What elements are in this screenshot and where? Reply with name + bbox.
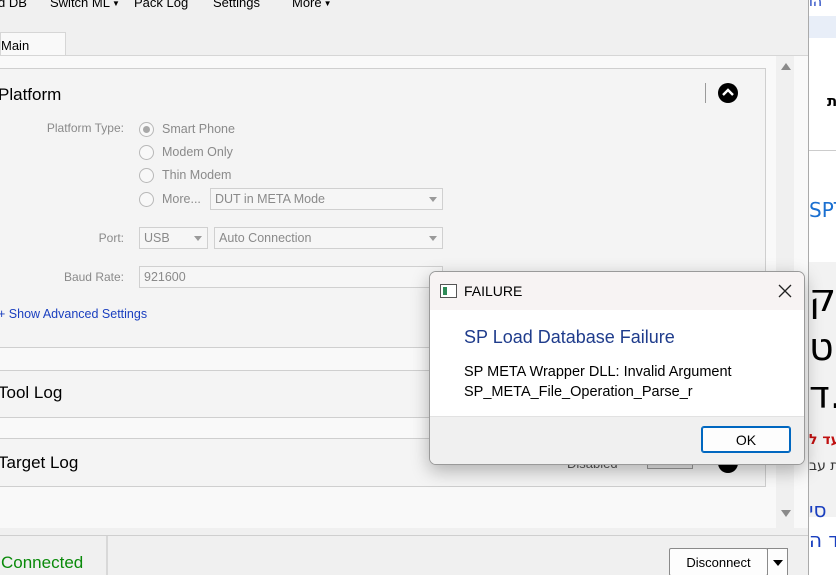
menu-item-switch-ml[interactable]: Switch ML ▼ <box>50 0 120 10</box>
dialog-footer: OK <box>430 416 804 464</box>
dialog-message-line: SP META Wrapper DLL: Invalid Argument <box>464 364 732 380</box>
disconnect-dropdown-button[interactable] <box>767 548 788 575</box>
background-text: ת עב <box>809 458 836 474</box>
dialog-message-line: SP_META_File_Operation_Parse_r <box>464 384 693 400</box>
background-text: סי <box>809 498 827 522</box>
port-label: Port: <box>98 231 124 245</box>
menu-bar: d DB Switch ML ▼ Pack Log Settings More ▼ <box>0 0 808 18</box>
ok-button[interactable]: OK <box>701 426 791 453</box>
meta-mode-select[interactable]: DUT in META Mode <box>210 188 443 210</box>
divider <box>809 150 836 151</box>
dialog-title: FAILURE <box>464 283 523 299</box>
tab-main-label: Main <box>1 38 30 53</box>
divider <box>106 536 108 575</box>
collapse-platform-button[interactable] <box>718 83 738 103</box>
target-log-title: Target Log <box>0 453 79 472</box>
radio-label: Smart Phone <box>162 122 235 136</box>
divider <box>705 83 706 103</box>
background-text: עד ל <box>809 432 836 448</box>
platform-title: Platform <box>0 85 62 104</box>
platform-type-label: Platform Type: <box>46 121 124 135</box>
radio-button <box>139 168 154 183</box>
baud-rate-input[interactable]: 921600 <box>139 266 443 288</box>
background-window: הו ת SPT ק ט ד. עד ל ת עב סי ד ה <box>808 0 836 575</box>
chevron-down-icon <box>429 236 437 241</box>
radio-button <box>139 122 154 137</box>
scroll-up-icon[interactable] <box>781 63 791 70</box>
baud-rate-value: 921600 <box>144 270 186 284</box>
background-text: הו <box>809 0 822 10</box>
connection-status: Connected <box>1 553 84 572</box>
menu-item-pack-log[interactable]: Pack Log <box>134 0 188 10</box>
meta-mode-value: DUT in META Mode <box>215 192 325 206</box>
tool-log-title: Tool Log <box>0 383 63 402</box>
radio-button <box>139 192 154 207</box>
chevron-down-icon <box>429 197 437 202</box>
background-toolbar <box>809 16 836 38</box>
background-text: ד. <box>809 373 836 417</box>
app-icon <box>440 284 457 298</box>
background-text: ד ה <box>809 528 836 552</box>
radio-label: Modem Only <box>162 145 233 159</box>
menu-item-more[interactable]: More ▼ <box>292 0 332 10</box>
background-text: ט <box>809 325 834 369</box>
chevron-down-icon <box>194 236 202 241</box>
background-text: SPT <box>809 198 836 222</box>
port-select[interactable]: USB <box>139 227 208 249</box>
plus-icon: + <box>0 307 6 321</box>
dialog-heading: SP Load Database Failure <box>464 327 675 347</box>
menu-item-more-label: More <box>292 0 322 10</box>
close-icon <box>778 284 792 298</box>
radio-label: Thin Modem <box>162 168 232 182</box>
failure-dialog: FAILURE SP Load Database Failure SP META… <box>429 271 805 465</box>
status-bar: Connected Disconnect <box>0 535 808 575</box>
tab-strip: Main <box>0 32 808 57</box>
close-button[interactable] <box>772 280 798 302</box>
background-text: ק <box>809 276 836 320</box>
disconnect-button[interactable]: Disconnect <box>669 548 768 575</box>
connection-value: Auto Connection <box>219 231 312 245</box>
radio-label: More... <box>162 192 201 206</box>
connection-select[interactable]: Auto Connection <box>214 227 443 249</box>
chevron-up-icon <box>722 88 734 96</box>
chevron-down-icon: ▼ <box>111 0 120 9</box>
chevron-down-icon: ▼ <box>323 0 332 9</box>
radio-button <box>139 145 154 160</box>
menu-item-db[interactable]: d DB <box>0 0 27 10</box>
menu-item-settings[interactable]: Settings <box>213 0 260 10</box>
tab-main[interactable]: Main <box>0 32 66 57</box>
scroll-down-icon[interactable] <box>781 510 791 517</box>
port-value: USB <box>144 231 170 245</box>
baud-rate-label: Baud Rate: <box>63 270 124 284</box>
background-text: ת <box>827 92 836 110</box>
show-advanced-settings-link[interactable]: + Show Advanced Settings <box>0 307 147 321</box>
show-advanced-settings-label: Show Advanced Settings <box>8 307 148 321</box>
menu-item-switch-ml-label: Switch ML <box>50 0 110 10</box>
dialog-title-bar: FAILURE <box>430 272 804 310</box>
